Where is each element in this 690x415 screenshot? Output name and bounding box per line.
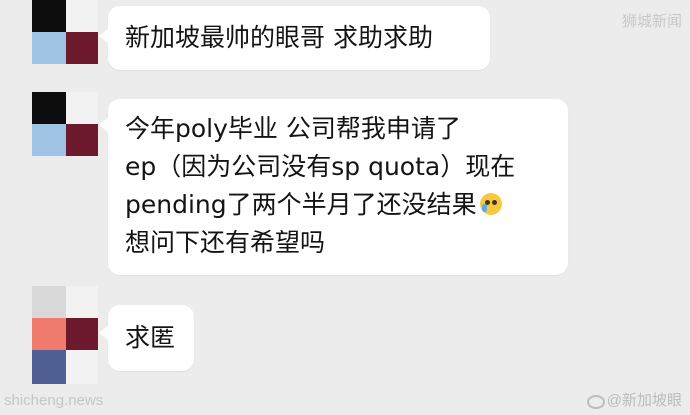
sender-avatar[interactable] xyxy=(32,286,98,384)
message-line: ep（因为公司没有sp quota）现在 xyxy=(125,152,516,181)
message-line: 今年poly毕业 公司帮我申请了 xyxy=(125,114,461,143)
message-bubble[interactable]: 今年poly毕业 公司帮我申请了 ep（因为公司没有sp quota）现在 pe… xyxy=(99,99,568,275)
message-line: 求匿 xyxy=(125,323,176,352)
message-line: 想问下还有希望吗 xyxy=(125,228,326,257)
watermark-handle: @新加坡眼 xyxy=(606,392,682,409)
message-line: 新加坡最帅的眼哥 求助求助 xyxy=(125,23,433,52)
watermark-bottom-right: @新加坡眼 xyxy=(586,389,682,410)
message-line-text: pending了两个半月了还没结果 xyxy=(125,190,477,219)
message-text: 今年poly毕业 公司帮我申请了 ep（因为公司没有sp quota）现在 pe… xyxy=(125,110,554,262)
message-text: 新加坡最帅的眼哥 求助求助 xyxy=(125,19,476,57)
watermark-top-right: 狮城新闻 xyxy=(621,13,682,30)
sender-avatar[interactable] xyxy=(32,92,98,156)
tear-drop xyxy=(481,204,487,212)
watermark-bottom-left: shicheng.news xyxy=(4,392,104,409)
chat-area: 新加坡最帅的眼哥 求助求助 今年poly毕业 公司帮我申请了 ep（因为公司没有… xyxy=(0,0,690,415)
weibo-icon xyxy=(586,393,605,409)
message-bubble[interactable]: 求匿 xyxy=(99,305,194,371)
message-bubble[interactable]: 新加坡最帅的眼哥 求助求助 xyxy=(99,6,490,70)
crying-face-icon xyxy=(479,193,502,215)
sender-avatar[interactable] xyxy=(32,0,98,64)
message-line: pending了两个半月了还没结果 xyxy=(125,186,554,224)
message-text: 求匿 xyxy=(125,319,180,357)
